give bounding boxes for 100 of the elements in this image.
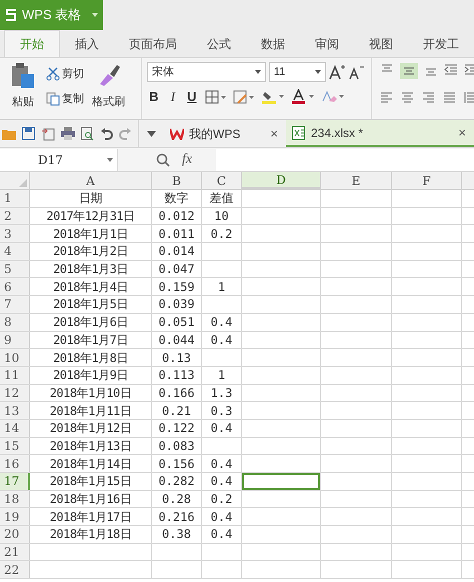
- font-name-dropdown[interactable]: 宋体: [146, 62, 266, 82]
- row-header[interactable]: 3: [0, 225, 30, 242]
- caret-icon: [314, 70, 321, 74]
- ribbon-tab[interactable]: 公式: [192, 30, 246, 57]
- table-cell-text: 0.282: [158, 473, 195, 490]
- font-size-dropdown[interactable]: 11: [268, 62, 326, 82]
- zoom-icon[interactable]: [156, 152, 170, 166]
- row-header[interactable]: 8: [0, 314, 30, 330]
- undo-icon[interactable]: [100, 128, 113, 140]
- underline-button[interactable]: U: [184, 87, 199, 106]
- italic-button[interactable]: I: [166, 87, 179, 106]
- column-header[interactable]: F: [392, 172, 462, 189]
- table-cell-text: 0.4: [210, 508, 232, 526]
- table-cell-text: 2018年1月2日: [53, 243, 128, 260]
- table-cell-text: 0.113: [158, 367, 195, 384]
- row-header[interactable]: 14: [0, 420, 30, 437]
- row-header[interactable]: 22: [0, 561, 30, 578]
- row-header[interactable]: 2: [0, 208, 30, 224]
- copy-button[interactable]: 复制: [62, 90, 84, 107]
- paste-icon[interactable]: [10, 62, 36, 90]
- align-center-icon[interactable]: [401, 91, 414, 104]
- row-header[interactable]: 12: [0, 384, 30, 402]
- export-icon[interactable]: [41, 126, 55, 140]
- table-cell-text: 0.044: [158, 332, 195, 349]
- copy-icon[interactable]: [46, 92, 60, 106]
- align-right-icon[interactable]: [422, 91, 435, 104]
- table-cell-text: 0.156: [158, 456, 195, 473]
- decrease-indent-icon[interactable]: [444, 63, 458, 77]
- ribbon-tab[interactable]: 插入: [60, 30, 114, 57]
- font-color-icon[interactable]: [290, 88, 315, 105]
- row-header[interactable]: 5: [0, 260, 30, 278]
- row-header[interactable]: 19: [0, 508, 30, 526]
- row-header[interactable]: 10: [0, 349, 30, 366]
- table-cell-text: 2018年1月7日: [53, 332, 128, 349]
- table-cell-text: 0.012: [158, 208, 195, 226]
- row-header[interactable]: 1: [0, 190, 30, 207]
- table-cell-text: 日期: [79, 190, 102, 208]
- justify-icon[interactable]: [443, 91, 456, 104]
- table-cell-text: 0.4: [210, 314, 232, 332]
- close-tab-button[interactable]: ×: [458, 122, 466, 142]
- ribbon-tab[interactable]: 开发工: [408, 30, 474, 57]
- document-tab[interactable]: 234.xlsx * ×: [286, 120, 474, 147]
- table-cell-text: 0.38: [162, 526, 191, 544]
- row-header[interactable]: 21: [0, 544, 30, 560]
- align-middle-icon[interactable]: [400, 63, 418, 79]
- table-cell-text: 0.159: [158, 278, 195, 296]
- selected-cell[interactable]: [242, 473, 320, 490]
- dropdown-icon[interactable]: [147, 130, 156, 136]
- table-cell-text: 2018年1月13日: [50, 438, 132, 455]
- close-tab-button[interactable]: ×: [270, 124, 278, 144]
- column-header[interactable]: A: [30, 172, 152, 189]
- document-tab[interactable]: 我的WPS ×: [164, 120, 286, 147]
- row-header[interactable]: 20: [0, 526, 30, 543]
- distribute-icon[interactable]: [464, 91, 474, 104]
- row-header[interactable]: 4: [0, 243, 30, 260]
- table-cell-text: 0.011: [158, 226, 195, 243]
- row-header[interactable]: 18: [0, 490, 30, 508]
- paste-button[interactable]: 粘贴: [12, 94, 34, 110]
- save-icon[interactable]: [22, 127, 35, 140]
- table-cell-text: 1: [218, 278, 226, 296]
- row-header[interactable]: 7: [0, 296, 30, 313]
- increase-indent-icon[interactable]: [464, 63, 474, 77]
- row-header[interactable]: 16: [0, 455, 30, 472]
- table-cell-text: 2018年1月8日: [53, 350, 128, 367]
- scissors-icon[interactable]: [46, 67, 60, 82]
- ribbon-tab[interactable]: 审阅: [300, 30, 354, 57]
- align-left-icon[interactable]: [380, 91, 393, 104]
- cut-button[interactable]: 剪切: [62, 66, 84, 82]
- table-cell-text: 2018年1月3日: [53, 261, 128, 278]
- shrink-font-icon[interactable]: [348, 64, 364, 80]
- row-header[interactable]: 11: [0, 366, 30, 384]
- cell-fill-icon[interactable]: [232, 90, 255, 104]
- w-logo-icon: [170, 128, 184, 140]
- column-header[interactable]: B: [152, 172, 202, 189]
- function-button[interactable]: fx: [182, 149, 192, 170]
- ribbon-tab[interactable]: 开始: [4, 30, 60, 57]
- bold-button[interactable]: B: [146, 87, 161, 106]
- table-cell-text: 2018年1月15日: [50, 473, 132, 490]
- column-header[interactable]: E: [321, 172, 392, 189]
- formula-input[interactable]: [216, 148, 474, 170]
- row-header[interactable]: 6: [0, 278, 30, 296]
- print-preview-icon[interactable]: [81, 126, 94, 140]
- table-cell-text: 2018年1月4日: [53, 278, 128, 296]
- ribbon-tab[interactable]: 视图: [354, 30, 408, 57]
- app-logo-icon: [4, 8, 18, 22]
- app-menu-button[interactable]: WPS 表格: [0, 0, 103, 30]
- borders-icon[interactable]: [204, 90, 227, 104]
- ribbon-tab[interactable]: 页面布局: [114, 30, 192, 57]
- row-header[interactable]: 9: [0, 332, 30, 348]
- grow-font-icon[interactable]: [328, 64, 345, 80]
- column-header[interactable]: D: [242, 172, 321, 189]
- ribbon-tab[interactable]: 数据: [246, 30, 300, 57]
- row-header[interactable]: 15: [0, 438, 30, 454]
- format-painter-button[interactable]: 格式刷: [92, 94, 125, 110]
- print-icon[interactable]: [61, 127, 75, 140]
- row-header[interactable]: 13: [0, 402, 30, 419]
- row-header[interactable]: 17: [0, 473, 30, 490]
- table-cell-text: 0.216: [158, 508, 195, 526]
- caret-icon: [254, 70, 261, 74]
- name-box[interactable]: D17: [0, 148, 118, 170]
